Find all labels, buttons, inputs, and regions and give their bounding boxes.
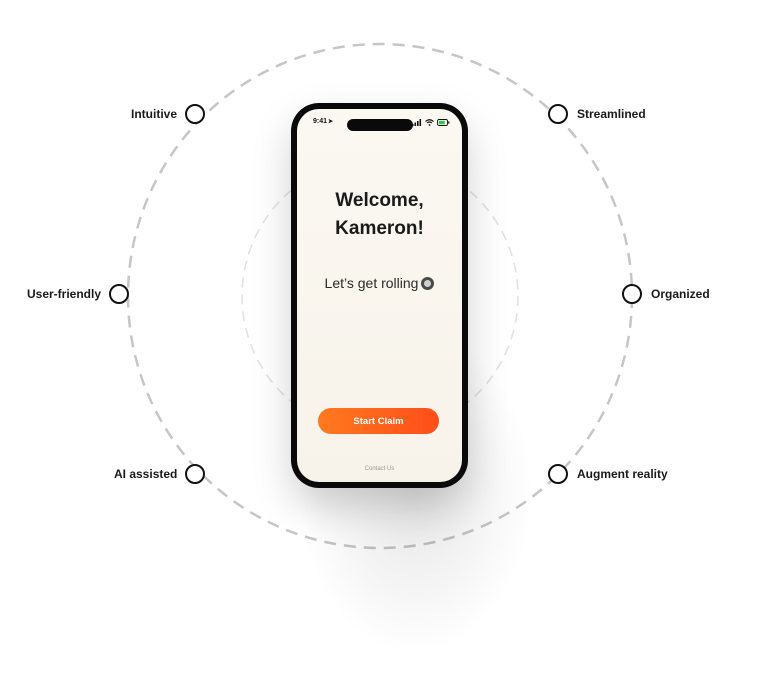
feature-node <box>109 284 130 304</box>
feature-streamlined: Streamlined <box>548 104 646 124</box>
signal-icon <box>412 119 422 126</box>
battery-icon <box>437 119 450 126</box>
feature-intuitive: Intuitive <box>131 104 206 124</box>
phone-screen: 9:41➤ Welcome, Kameron! Let’s get rollin… <box>297 109 462 482</box>
feature-node <box>185 464 206 484</box>
phone-mockup: 9:41➤ Welcome, Kameron! Let’s get rollin… <box>291 103 468 488</box>
feature-ai-assisted: AI assisted <box>114 464 206 484</box>
wifi-icon <box>425 119 434 126</box>
status-bar: 9:41➤ <box>297 117 462 131</box>
feature-augment-reality: Augment reality <box>548 464 668 484</box>
subline-label: Let’s get rolling <box>324 275 419 291</box>
status-icons <box>412 119 450 126</box>
feature-organized: Organized <box>622 284 710 304</box>
subline-text: Let’s get rolling <box>297 275 462 291</box>
contact-us-link[interactable]: Contact Us <box>297 466 462 472</box>
feature-label: Organized <box>651 287 710 301</box>
car-wheel-emoji-icon <box>421 277 435 290</box>
start-claim-button[interactable]: Start Claim <box>318 408 439 434</box>
feature-user-friendly: User-friendly <box>27 284 130 304</box>
feature-label: Augment reality <box>577 467 668 481</box>
feature-node <box>185 104 206 124</box>
feature-node <box>548 104 568 124</box>
location-arrow-icon: ➤ <box>328 119 334 125</box>
welcome-line-1: Welcome, <box>335 190 424 211</box>
feature-node <box>548 464 568 484</box>
dynamic-island <box>346 119 413 131</box>
welcome-heading: Welcome, Kameron! <box>297 187 462 243</box>
feature-label: Streamlined <box>577 107 646 121</box>
feature-label: Intuitive <box>131 107 178 121</box>
feature-node <box>622 284 642 304</box>
welcome-line-2: Kameron! <box>335 218 424 239</box>
feature-label: User-friendly <box>27 287 102 301</box>
status-time: 9:41➤ <box>313 118 334 125</box>
feature-label: AI assisted <box>114 467 178 481</box>
